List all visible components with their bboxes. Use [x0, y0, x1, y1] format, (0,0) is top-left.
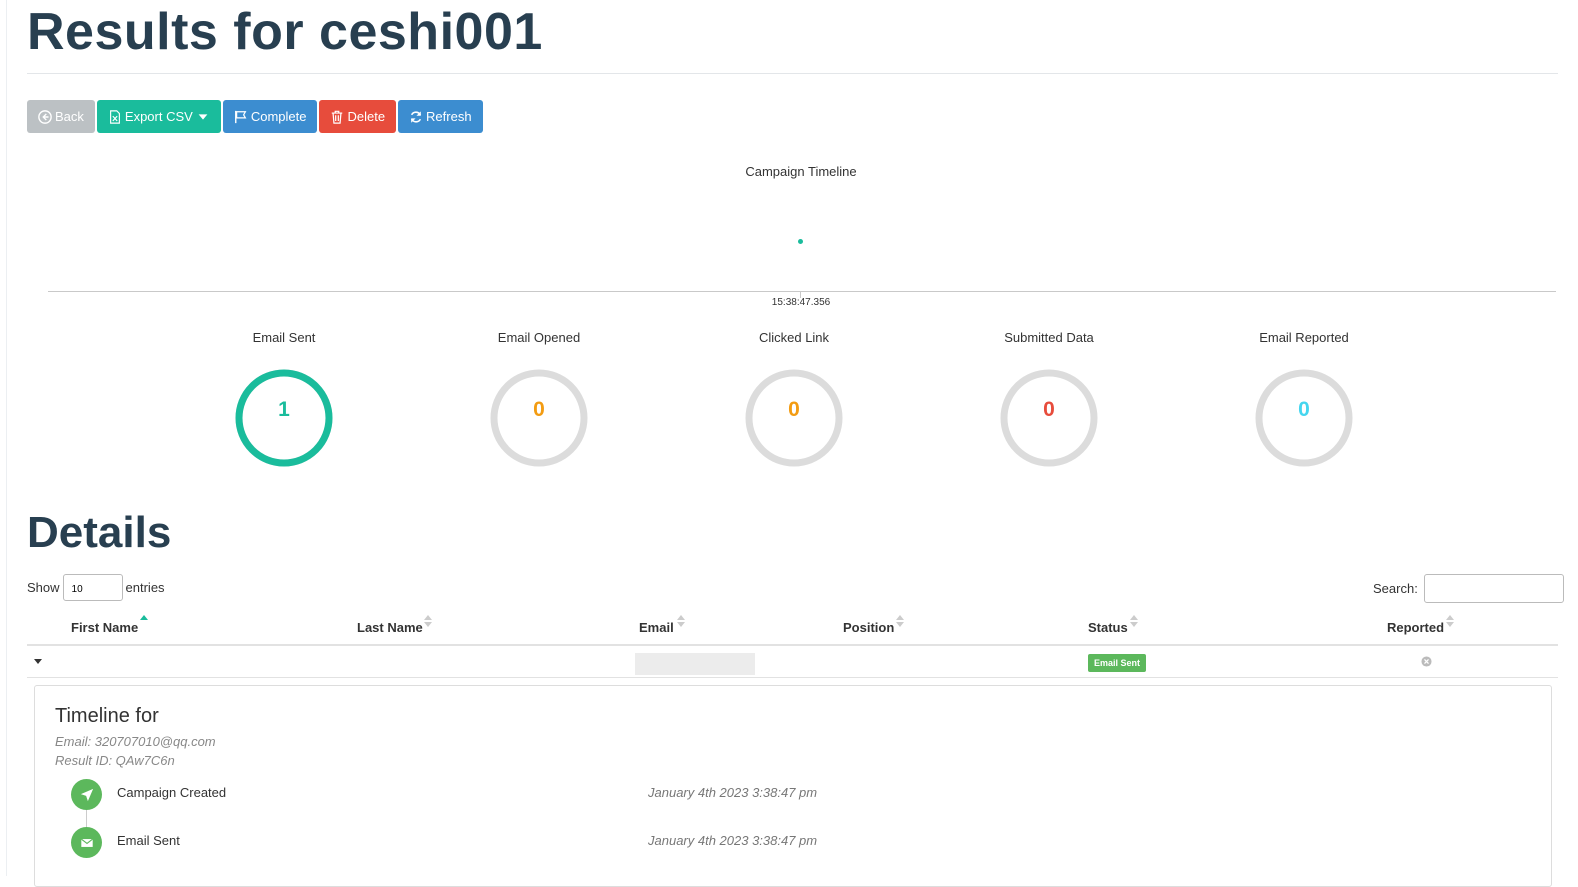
- stat-value: 0: [1298, 398, 1310, 421]
- back-button[interactable]: Back: [27, 100, 95, 133]
- stat-ring: 1: [234, 368, 334, 468]
- stat-value: 0: [788, 398, 800, 421]
- expand-row-caret-icon[interactable]: [34, 659, 42, 664]
- details-title: Details: [27, 508, 172, 557]
- timeline-event-point[interactable]: [798, 239, 803, 244]
- table-header-divider: [27, 644, 1558, 646]
- export-csv-button[interactable]: Export CSV: [96, 100, 221, 133]
- timeline-event-time: January 4th 2023 3:38:47 pm: [648, 785, 818, 800]
- timeline-event-label: Campaign Created: [117, 785, 227, 800]
- envelope-icon: [71, 827, 102, 858]
- timeline-tick-label: 15:38:47.356: [771, 297, 831, 308]
- caret-down-icon: [198, 113, 208, 120]
- entries-length-control: Show entries: [27, 574, 165, 601]
- sort-icon[interactable]: [1446, 615, 1454, 629]
- action-toolbar: Back Export CSV Complete Delete Refresh: [27, 100, 483, 133]
- complete-button[interactable]: Complete: [222, 100, 318, 133]
- arrow-left-circle-icon: [38, 109, 52, 124]
- stat-value: 0: [533, 398, 545, 421]
- sort-icon[interactable]: [677, 615, 685, 629]
- stat-ring: 0: [1254, 368, 1354, 468]
- trash-icon: [332, 110, 343, 124]
- stat-label: Email Sent: [252, 330, 316, 345]
- complete-label: Complete: [250, 109, 307, 124]
- timeline-event-label: Email Sent: [117, 833, 180, 848]
- column-header-last-name[interactable]: Last Name: [357, 620, 423, 635]
- not-reported-icon: [1421, 656, 1432, 667]
- stat-submitted-data: Submitted Data 0: [969, 330, 1129, 468]
- redacted-email-cell: [635, 653, 755, 675]
- refresh-icon: [410, 110, 422, 123]
- stat-email-reported: Email Reported 0: [1224, 330, 1384, 468]
- stat-ring: 0: [489, 368, 589, 468]
- sort-icon[interactable]: [1130, 615, 1138, 629]
- search-label: Search:: [1373, 581, 1418, 596]
- export-csv-label: Export CSV: [124, 109, 193, 124]
- sort-icon[interactable]: [896, 615, 904, 629]
- stat-ring: 0: [744, 368, 844, 468]
- column-header-status[interactable]: Status: [1088, 620, 1128, 635]
- result-id: Result ID: QAw7C6n: [55, 753, 175, 768]
- stat-clicked-link: Clicked Link 0: [714, 330, 874, 468]
- timeline-axis: [48, 291, 1556, 292]
- back-label: Back: [55, 109, 84, 124]
- file-excel-icon: [109, 109, 120, 124]
- title-divider: [27, 73, 1558, 74]
- search-input[interactable]: [1423, 574, 1564, 603]
- stat-label: Email Reported: [1259, 330, 1349, 345]
- sort-icon[interactable]: [140, 615, 148, 629]
- entries-label: entries: [125, 580, 165, 595]
- stat-email-sent: Email Sent 1: [204, 330, 364, 468]
- timeline-for-title: Timeline for: [55, 705, 159, 727]
- delete-button[interactable]: Delete: [319, 100, 397, 133]
- column-header-first-name[interactable]: First Name: [71, 620, 138, 635]
- page-title: Results for ceshi001: [27, 3, 543, 61]
- column-header-position[interactable]: Position: [843, 620, 894, 635]
- result-timeline-panel: Timeline for Email: 320707010@qq.com Res…: [34, 685, 1552, 887]
- show-label: Show: [27, 580, 60, 595]
- sort-icon[interactable]: [424, 615, 432, 629]
- stat-label: Clicked Link: [758, 330, 830, 345]
- stat-label: Email Opened: [497, 330, 581, 345]
- column-header-reported[interactable]: Reported: [1387, 620, 1444, 635]
- rocket-icon: [71, 779, 102, 810]
- table-row-divider: [27, 677, 1558, 678]
- refresh-label: Refresh: [426, 109, 472, 124]
- stat-email-opened: Email Opened 0: [459, 330, 619, 468]
- stat-label: Submitted Data: [1004, 330, 1094, 345]
- stat-ring: 0: [999, 368, 1099, 468]
- sidebar-edge: [6, 0, 7, 876]
- refresh-button[interactable]: Refresh: [398, 100, 483, 133]
- flag-icon: [234, 110, 247, 123]
- delete-label: Delete: [347, 109, 386, 124]
- status-badge: Email Sent: [1088, 654, 1147, 672]
- result-email: Email: 320707010@qq.com: [55, 734, 216, 749]
- table-search: Search:: [1373, 574, 1564, 603]
- stat-value: 0: [1043, 398, 1055, 421]
- campaign-timeline-title: Campaign Timeline: [745, 164, 857, 179]
- entries-select[interactable]: [62, 574, 123, 601]
- column-header-email[interactable]: Email: [639, 620, 674, 635]
- stat-value: 1: [278, 398, 290, 421]
- timeline-event-time: January 4th 2023 3:38:47 pm: [648, 833, 818, 848]
